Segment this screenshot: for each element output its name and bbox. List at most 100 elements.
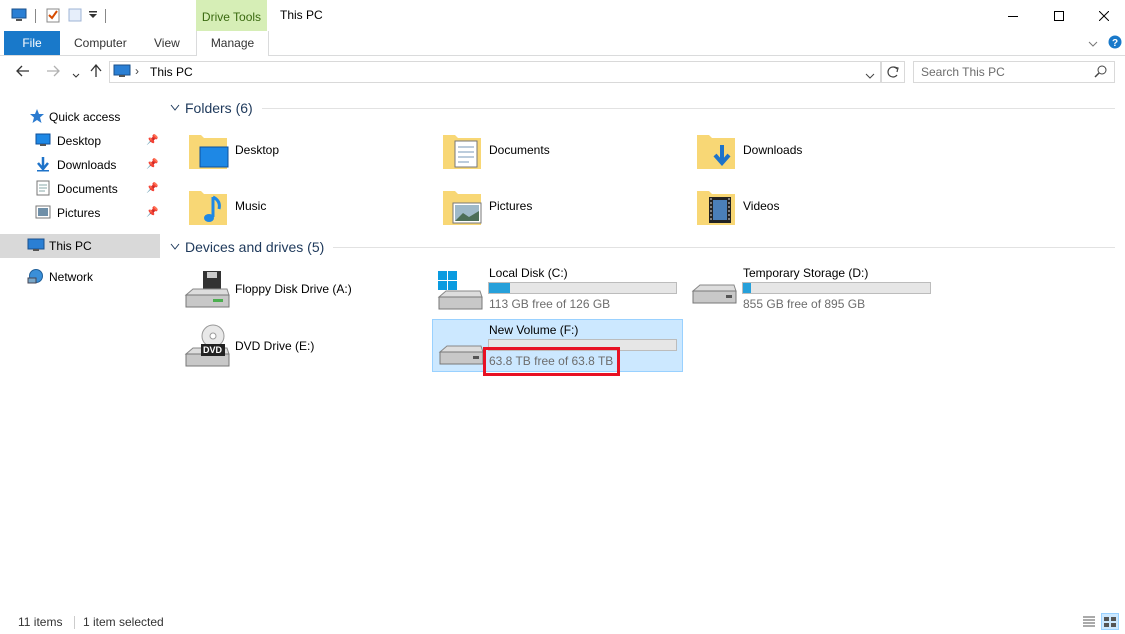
refresh-icon (887, 66, 899, 78)
document-icon (36, 180, 50, 199)
qat-separator (35, 9, 36, 23)
pin-icon[interactable]: 📌 (146, 183, 158, 194)
network-icon (27, 268, 45, 287)
tab-file[interactable]: File (4, 31, 60, 55)
refresh-button[interactable] (881, 61, 905, 83)
sidebar-item-label: Network (49, 270, 94, 284)
new-folder-icon[interactable] (68, 8, 82, 25)
folder-name: Music (235, 199, 267, 213)
search-box[interactable]: Search This PC (913, 61, 1115, 83)
search-icon (1094, 65, 1107, 81)
sidebar-item-label: Pictures (57, 206, 101, 220)
drive-floppy-a[interactable]: Floppy Disk Drive (A:) (183, 265, 433, 315)
folder-desktop[interactable]: Desktop (187, 126, 427, 174)
qat-separator (105, 9, 106, 23)
collapse-chevron-icon[interactable] (170, 104, 180, 112)
title-bar (0, 0, 1125, 31)
help-icon[interactable]: ? (1108, 35, 1122, 52)
drive-local-disk-c[interactable]: Local Disk (C:) 113 GB free of 126 GB (436, 263, 686, 313)
drive-temporary-storage-d[interactable]: Temporary Storage (D:) 855 GB free of 89… (690, 263, 940, 313)
hard-drive-icon (437, 344, 485, 369)
group-divider (261, 107, 1115, 109)
group-divider (333, 246, 1115, 248)
download-arrow-icon (35, 156, 51, 175)
forward-arrow-icon[interactable] (46, 65, 60, 80)
address-bar[interactable]: › This PC (109, 61, 881, 83)
pictures-icon (35, 205, 51, 222)
tab-manage[interactable]: Manage (196, 31, 269, 56)
pin-icon[interactable]: 📌 (146, 159, 158, 170)
drive-name: Floppy Disk Drive (A:) (235, 282, 352, 296)
folder-videos[interactable]: Videos (695, 182, 935, 230)
drive-usage-fill (743, 283, 752, 293)
breadcrumb-this-pc[interactable]: This PC (150, 65, 193, 79)
computer-icon[interactable] (11, 8, 27, 25)
downloads-folder-icon (695, 127, 737, 174)
this-pc-icon (113, 64, 131, 81)
sidebar-item-network[interactable]: Network (0, 266, 160, 288)
sidebar-item-downloads[interactable]: Downloads 📌 (0, 154, 160, 176)
folder-name: Downloads (743, 143, 803, 157)
highlight-box (483, 347, 620, 376)
status-bar: 11 items 1 item selected (0, 612, 1125, 634)
drives-header-label: Devices and drives (5) (185, 239, 325, 255)
maximize-icon (1054, 10, 1064, 21)
desktop-icon (35, 133, 51, 150)
customize-qat-icon[interactable] (88, 9, 98, 23)
back-arrow-icon[interactable] (16, 65, 30, 80)
tab-computer[interactable]: Computer (74, 31, 127, 55)
svg-text:?: ? (1112, 38, 1118, 49)
address-dropdown-icon[interactable] (865, 68, 875, 82)
properties-icon[interactable] (46, 7, 60, 26)
drive-dvd-e[interactable]: DVD DVD Drive (E:) (183, 322, 433, 372)
breadcrumb-chevron-icon[interactable]: › (135, 64, 139, 78)
windows-drive-icon (436, 271, 484, 314)
folders-header-label: Folders (6) (185, 100, 253, 116)
folder-name: Desktop (235, 143, 280, 157)
close-button[interactable] (1081, 0, 1125, 31)
drive-free-space: 113 GB free of 126 GB (489, 297, 611, 311)
drive-name: DVD Drive (E:) (235, 339, 315, 353)
sidebar-item-quick-access[interactable]: Quick access (0, 106, 160, 128)
folder-downloads[interactable]: Downloads (695, 126, 935, 174)
sidebar-item-this-pc[interactable]: This PC (0, 234, 160, 258)
folder-name: Videos (743, 199, 780, 213)
drive-free-space: 855 GB free of 895 GB (743, 297, 866, 311)
drive-usage-bar (742, 282, 931, 294)
tab-view[interactable]: View (154, 31, 180, 55)
sidebar-item-pictures[interactable]: Pictures 📌 (0, 202, 160, 224)
sidebar-item-label: Quick access (49, 110, 121, 124)
drives-group-header[interactable]: Devices and drives (5) (170, 239, 1115, 255)
sidebar-item-desktop[interactable]: Desktop 📌 (0, 130, 160, 152)
selection-count: 1 item selected (83, 615, 164, 629)
drive-name: Local Disk (C:) (489, 266, 568, 280)
sidebar-item-label: This PC (49, 239, 92, 253)
drive-usage-fill (489, 283, 510, 293)
folder-music[interactable]: Music (187, 182, 427, 230)
floppy-drive-icon (183, 269, 231, 314)
folder-documents[interactable]: Documents (441, 126, 681, 174)
drive-usage-bar (488, 282, 677, 294)
pin-icon[interactable]: 📌 (146, 135, 158, 146)
up-arrow-icon[interactable] (90, 63, 102, 81)
large-icons-view-icon[interactable] (1101, 613, 1119, 630)
recent-locations-chevron-icon[interactable] (72, 68, 80, 82)
sidebar-item-label: Downloads (57, 158, 117, 172)
minimize-button[interactable] (990, 0, 1036, 31)
drive-tools-context-label: Drive Tools (196, 0, 267, 31)
folders-group-header[interactable]: Folders (6) (170, 100, 1115, 116)
expand-ribbon-icon[interactable] (1088, 37, 1098, 51)
documents-folder-icon (441, 127, 483, 174)
minimize-icon (1008, 15, 1018, 17)
sidebar-item-label: Desktop (57, 134, 102, 148)
details-view-icon[interactable] (1082, 615, 1096, 630)
drive-name: Temporary Storage (D:) (743, 266, 869, 280)
folder-pictures[interactable]: Pictures (441, 182, 681, 230)
maximize-button[interactable] (1036, 0, 1082, 31)
collapse-chevron-icon[interactable] (170, 243, 180, 251)
sidebar-item-documents[interactable]: Documents 📌 (0, 178, 160, 200)
dvd-label: DVD (203, 345, 223, 355)
search-placeholder: Search This PC (921, 65, 1005, 79)
pin-icon[interactable]: 📌 (146, 207, 158, 218)
window-title: This PC (280, 8, 323, 22)
